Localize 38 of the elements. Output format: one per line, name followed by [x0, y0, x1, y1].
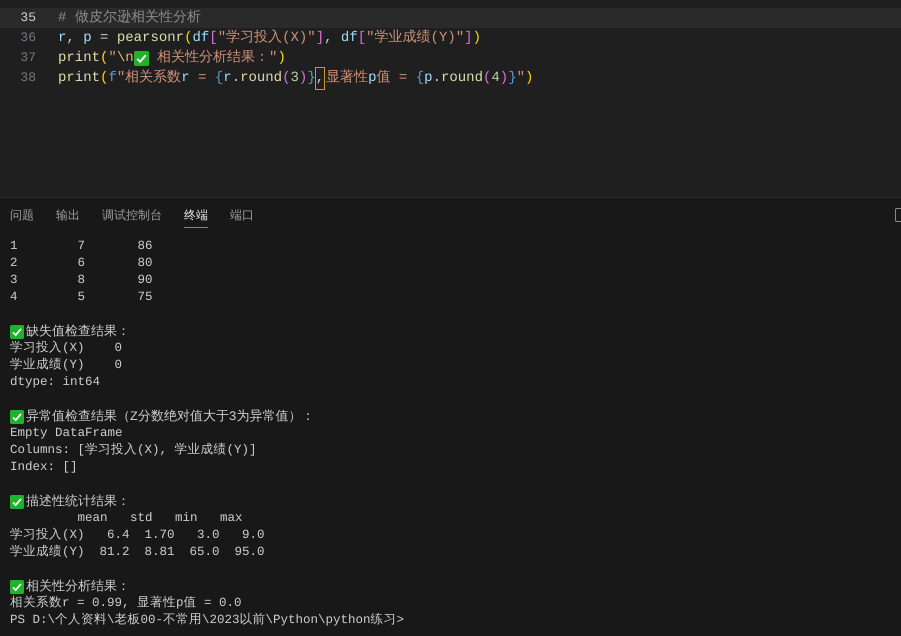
- line-number: 38: [19, 69, 36, 88]
- terminal-line: 3 8 90: [10, 272, 153, 289]
- terminal-line: dtype: int64: [10, 374, 100, 391]
- terminal-line: Index: []: [10, 459, 78, 476]
- terminal-line: Columns: [学习投入(X), 学业成绩(Y)]: [10, 442, 257, 459]
- code-line: # 做皮尔逊相关性分析: [58, 8, 201, 28]
- terminal-line: 4 5 75: [10, 289, 153, 306]
- terminal-heading: 描述性统计结果：: [26, 493, 130, 510]
- terminal-heading: 缺失值检查结果：: [26, 323, 130, 340]
- line-number: 37: [19, 49, 36, 68]
- panel-tab[interactable]: 终端: [184, 206, 208, 228]
- check-mark-icon: [10, 324, 24, 338]
- line-number: 36: [19, 29, 36, 48]
- terminal-line: 学业成绩(Y) 0: [10, 357, 122, 374]
- terminal-line: PS D:\个人资料\老板00-不常用\2023以前\Python\python练习>: [10, 612, 404, 629]
- code-line: r, p = pearsonr(df["学习投入(X)"], df["学业成绩(Y)"]): [58, 28, 481, 48]
- terminal-line: mean std min max: [76, 510, 243, 527]
- terminal-line: 1 7 86: [10, 238, 153, 255]
- panel-tab[interactable]: 调试控制台: [102, 206, 162, 228]
- code-line: print(f"相关系数r = {r.round(3)},显著性p值 = {p.round(4)}"): [58, 68, 534, 88]
- code-line: print("\n 相关性分析结果："): [58, 48, 286, 68]
- terminal-line: Empty DataFrame: [10, 425, 123, 442]
- panel-tab[interactable]: 端口: [230, 206, 254, 228]
- terminal-line: 2 6 80: [10, 255, 153, 272]
- line-number: 35: [19, 9, 36, 28]
- terminal-line: 学习投入(X) 0: [10, 340, 122, 357]
- check-mark-icon: [10, 580, 24, 594]
- terminal-heading: 异常值检查结果（Z分数绝对值大于3为异常值）：: [26, 408, 315, 425]
- check-mark-icon: [10, 410, 24, 424]
- check-mark-icon: [134, 50, 149, 66]
- terminal-line: 学习投入(X) 6.4 1.70 3.0 9.0: [10, 527, 265, 544]
- check-mark-icon: [10, 494, 24, 508]
- panel-tab[interactable]: 问题: [10, 206, 34, 228]
- panel-maximize-icon[interactable]: [895, 208, 901, 222]
- panel-tab[interactable]: 输出: [56, 206, 80, 228]
- terminal-heading: 相关性分析结果：: [26, 578, 130, 595]
- terminal-line: 学业成绩(Y) 81.2 8.81 65.0 95.0: [10, 544, 265, 561]
- terminal-line: 相关系数r = 0.99, 显著性p值 = 0.0: [10, 595, 242, 612]
